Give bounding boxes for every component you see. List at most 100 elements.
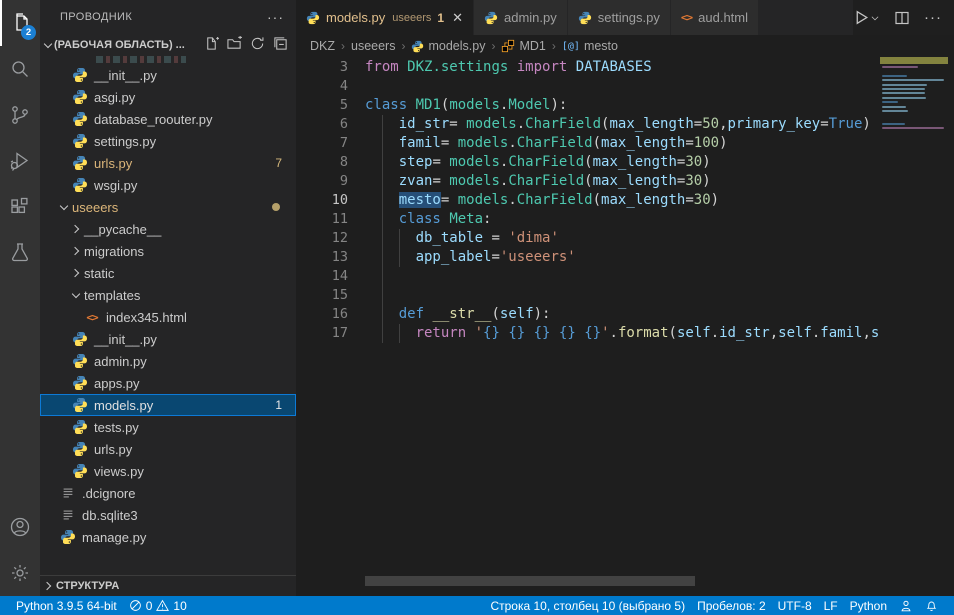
tree-item-urls-py[interactable]: urls.py: [40, 438, 296, 460]
editor-more-icon[interactable]: ···: [924, 9, 942, 26]
tree-item-label: __init__.py: [94, 68, 157, 83]
tree-item--init-py[interactable]: __init__.py: [40, 328, 296, 350]
breadcrumb-label: models.py: [428, 39, 485, 53]
run-debug-icon[interactable]: [0, 138, 40, 184]
tab-aud-html[interactable]: <> aud.html: [671, 0, 759, 35]
python-icon: [411, 40, 424, 53]
code-editor[interactable]: 34567891011121314151617 from DKZ.setting…: [296, 57, 954, 586]
outline-label: СТРУКТУРА: [56, 580, 119, 592]
tree-item-urls-py[interactable]: urls.py7: [40, 152, 296, 174]
tree-item--pycache-[interactable]: __pycache__: [40, 218, 296, 240]
tab-admin-py[interactable]: admin.py: [474, 0, 568, 35]
tree-item--init-py[interactable]: __init__.py: [40, 64, 296, 86]
code-line-7: famil= models.CharField(max_length=100): [365, 134, 880, 153]
tab-settings-py[interactable]: settings.py: [568, 0, 671, 35]
split-editor-icon[interactable]: [894, 10, 910, 26]
horizontal-scrollbar[interactable]: [365, 576, 695, 586]
code-line-15: [365, 286, 880, 305]
search-icon[interactable]: [0, 46, 40, 92]
eol-sequence[interactable]: LF: [818, 596, 844, 615]
files-icon[interactable]: 2: [0, 0, 40, 46]
minimap[interactable]: [880, 57, 948, 457]
cursor-position[interactable]: Строка 10, столбец 10 (выбрано 5): [484, 596, 691, 615]
workspace-section-header[interactable]: (РАБОЧАЯ ОБЛАСТЬ) ...: [40, 34, 296, 56]
notifications-bell-icon[interactable]: [919, 596, 944, 615]
new-folder-icon[interactable]: [227, 36, 242, 54]
tree-item-db-sqlite3[interactable]: db.sqlite3: [40, 504, 296, 526]
python-file-icon: [306, 11, 320, 25]
python-file-icon: [72, 441, 88, 457]
chevron-down-icon: [44, 41, 52, 49]
editor-group: models.py useeers 1 ✕ admin.pysettings.py <> a…: [296, 0, 954, 596]
sidebar-title: ПРОВОДНИК: [60, 11, 132, 23]
tree-item--dcignore[interactable]: .dcignore: [40, 482, 296, 504]
tab-label: aud.html: [698, 10, 748, 25]
code-line-4: [365, 77, 880, 96]
code-line-5: class MD1(models.Model):: [365, 96, 880, 115]
file-file-icon: [60, 485, 76, 501]
tree-item-templates[interactable]: templates: [40, 284, 296, 306]
line-numbers-gutter: 34567891011121314151617: [296, 58, 348, 343]
outline-section-header[interactable]: СТРУКТУРА: [40, 575, 296, 596]
tree-item-admin-py[interactable]: admin.py: [40, 350, 296, 372]
tab-models-py[interactable]: models.py useeers 1 ✕: [296, 0, 474, 35]
extensions-icon[interactable]: [0, 184, 40, 230]
minimap-highlight: [880, 57, 948, 64]
testing-icon[interactable]: [0, 230, 40, 276]
new-file-icon[interactable]: [204, 36, 219, 54]
breadcrumb-useeers[interactable]: useeers: [351, 39, 395, 53]
tree-item-manage-py[interactable]: manage.py: [40, 526, 296, 548]
breadcrumb-models-py[interactable]: models.py: [411, 39, 485, 53]
tree-item-index345-html[interactable]: <>index345.html: [40, 306, 296, 328]
line-number: 10: [296, 191, 348, 210]
breadcrumb-dkz[interactable]: DKZ: [310, 39, 335, 53]
minimap-line: [882, 101, 898, 103]
python-file-icon: [72, 397, 88, 413]
encoding[interactable]: UTF-8: [772, 596, 818, 615]
sidebar-more-icon[interactable]: ···: [267, 9, 284, 25]
workspace-actions: [204, 36, 288, 54]
html-file-icon: <>: [681, 11, 692, 24]
tree-item-models-py[interactable]: models.py 1: [40, 394, 296, 416]
feedback-icon[interactable]: [893, 596, 919, 615]
problems-indicator[interactable]: 010: [123, 596, 193, 615]
tab-description: useeers: [392, 12, 431, 24]
close-icon[interactable]: ✕: [452, 10, 463, 26]
line-number: 3: [296, 58, 348, 77]
python-file-icon: [72, 331, 88, 347]
tree-item-database-roouter-py[interactable]: database_roouter.py: [40, 108, 296, 130]
refresh-icon[interactable]: [250, 36, 265, 54]
source-control-icon[interactable]: [0, 92, 40, 138]
tab-bar: models.py useeers 1 ✕ admin.pysettings.py <> a…: [296, 0, 954, 35]
breadcrumb-md1[interactable]: MD1: [501, 39, 545, 53]
python-file-icon: [72, 89, 88, 105]
tree-item-tests-py[interactable]: tests.py: [40, 416, 296, 438]
tree-item-label: models.py: [94, 398, 153, 413]
run-button[interactable]: [853, 9, 880, 26]
tree-item-apps-py[interactable]: apps.py: [40, 372, 296, 394]
tree-item-migrations[interactable]: migrations: [40, 240, 296, 262]
tab-label: models.py: [326, 10, 385, 25]
python-interpreter[interactable]: Python 3.9.5 64-bit: [10, 596, 123, 615]
tab-problems-badge: 1: [437, 11, 444, 25]
indentation[interactable]: Пробелов: 2: [691, 596, 772, 615]
minimap-line: [882, 92, 925, 94]
tree-item-views-py[interactable]: views.py: [40, 460, 296, 482]
tree-item-wsgi-py[interactable]: wsgi.py: [40, 174, 296, 196]
breadcrumb-mesto[interactable]: [@]mesto: [562, 39, 618, 53]
minimap-line: [882, 75, 907, 77]
problems-badge: 1: [275, 398, 282, 412]
tree-item-static[interactable]: static: [40, 262, 296, 284]
tree-item-label: .dcignore: [82, 486, 135, 501]
tree-item-label: useeers: [72, 200, 118, 215]
tree-item-useeers[interactable]: useeers: [40, 196, 296, 218]
language-mode[interactable]: Python: [844, 596, 893, 615]
collapse-all-icon[interactable]: [273, 36, 288, 54]
tree-item-label: views.py: [94, 464, 144, 479]
explorer-badge: 2: [21, 25, 36, 40]
tree-item-asgi-py[interactable]: asgi.py: [40, 86, 296, 108]
settings-gear-icon[interactable]: [0, 550, 40, 596]
tree-item-settings-py[interactable]: settings.py: [40, 130, 296, 152]
clipped-tree-item: [96, 56, 186, 63]
account-icon[interactable]: [0, 504, 40, 550]
